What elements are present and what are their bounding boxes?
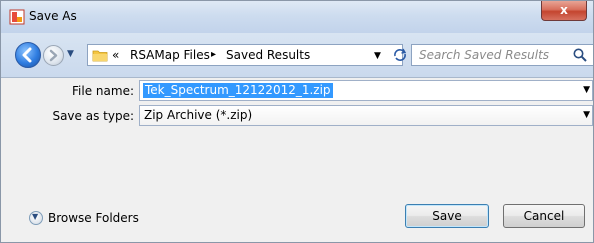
close-button[interactable]: x (541, 1, 587, 21)
chevron-down-icon[interactable]: ▼ (583, 110, 590, 120)
title-bar[interactable]: Save As x (1, 1, 593, 33)
save-type-value[interactable]: Zip Archive (*.zip) (144, 108, 252, 123)
window-title: Save As (29, 9, 77, 23)
navigation-bar: ▼ « RSAMap Files ▸ Saved Results ▼ (1, 33, 593, 78)
address-dropdown-icon[interactable]: ▼ (374, 51, 381, 61)
search-input[interactable] (412, 45, 569, 65)
search-box (411, 44, 593, 66)
search-icon[interactable] (572, 47, 588, 63)
chevron-down-icon: ▼ (32, 212, 39, 221)
file-name-label: File name: (72, 84, 134, 98)
forward-arrow-icon (49, 49, 58, 62)
breadcrumb-saved-results[interactable]: Saved Results (226, 48, 310, 62)
refresh-icon[interactable] (392, 47, 408, 66)
file-name-value[interactable]: Tek_Spectrum_12122012_1.zip (143, 83, 333, 98)
close-icon: x (560, 3, 568, 17)
recent-pages-dropdown[interactable]: ▼ (67, 49, 74, 59)
save-type-label: Save as type: (52, 109, 134, 123)
save-button[interactable]: Save (405, 204, 489, 228)
back-button[interactable] (15, 42, 41, 68)
breadcrumb-separator[interactable]: ▸ (211, 49, 216, 60)
chevron-down-icon[interactable]: ▼ (583, 85, 590, 95)
browse-folders-label[interactable]: Browse Folders (48, 211, 139, 225)
folder-icon (92, 50, 108, 62)
browse-folders-toggle[interactable]: ▼ (29, 211, 43, 225)
back-arrow-icon (22, 47, 32, 63)
save-type-select[interactable]: Zip Archive (*.zip) ▼ (139, 105, 593, 126)
cancel-button[interactable]: Cancel (503, 204, 585, 228)
save-as-dialog: Save As x ▼ « RSAMap Files ▸ Saved Resul… (0, 0, 594, 243)
address-bar[interactable]: « RSAMap Files ▸ Saved Results ▼ (87, 44, 407, 66)
file-name-field[interactable]: Tek_Spectrum_12122012_1.zip ▼ (139, 80, 593, 101)
form-area: File name: Tek_Spectrum_12122012_1.zip ▼… (1, 78, 593, 242)
breadcrumb-rsamap-files[interactable]: RSAMap Files (130, 48, 210, 62)
breadcrumb-overflow[interactable]: « (112, 48, 119, 62)
forward-button[interactable] (43, 45, 64, 66)
app-icon (9, 9, 25, 25)
